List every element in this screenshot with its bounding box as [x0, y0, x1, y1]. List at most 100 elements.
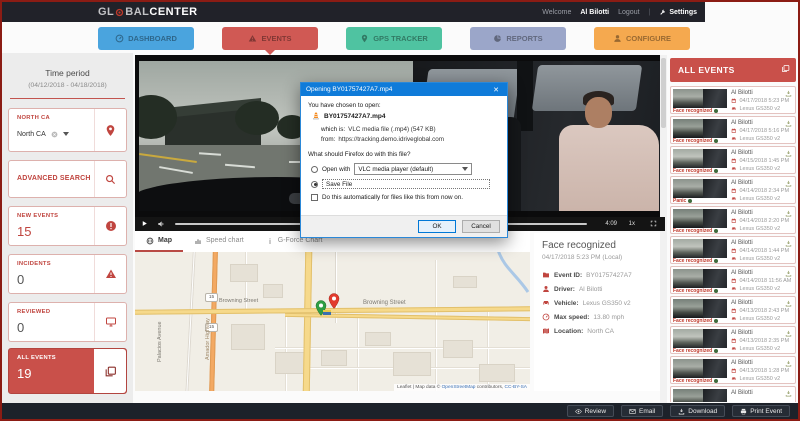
event-item[interactable]: Face recognized Al Bilotti 04/14/2018 11…	[670, 266, 796, 294]
event-item[interactable]: Face recognized Al Bilotti 04/13/2018 2:…	[670, 326, 796, 354]
car-icon	[731, 286, 737, 292]
route-shield: 15	[205, 293, 218, 302]
gauge-icon	[115, 34, 124, 43]
nav-dashboard-button[interactable]: DASHBOARD	[98, 27, 194, 50]
radio-unselected-icon[interactable]	[311, 166, 318, 173]
download-icon[interactable]	[785, 150, 792, 157]
save-file-radio-row[interactable]: Save File	[311, 179, 490, 189]
event-item[interactable]: Face recognized Al Bilotti 04/14/2018 2:…	[670, 206, 796, 234]
download-icon[interactable]	[785, 300, 792, 307]
event-item[interactable]: Al Bilotti	[670, 386, 796, 402]
street-label: Amador Highway	[205, 318, 211, 360]
red-map-marker[interactable]	[328, 293, 340, 309]
download-button[interactable]: Download	[670, 405, 725, 417]
do-automatically-label: Do this automatically for files like thi…	[322, 194, 463, 201]
download-icon[interactable]	[785, 240, 792, 247]
event-item[interactable]: Panic Al Bilotti 04/14/2018 2:34 PM Lexu…	[670, 176, 796, 204]
wrench-icon	[659, 9, 666, 16]
reviewed-card[interactable]: REVIEWED 0	[8, 302, 127, 342]
region-pin-button[interactable]	[94, 109, 126, 151]
download-icon[interactable]	[785, 180, 792, 187]
license-link[interactable]: CC-BY-SA	[505, 385, 527, 390]
user-name: Al Bilotti	[580, 9, 609, 16]
radio-selected-icon[interactable]	[311, 181, 318, 188]
download-icon[interactable]	[785, 360, 792, 367]
all-events-label: ALL EVENTS	[17, 355, 56, 361]
event-vehicle: Lexus GS350 v2	[740, 136, 781, 142]
fullscreen-icon[interactable]	[650, 220, 657, 227]
download-icon[interactable]	[785, 390, 792, 397]
all-events-title: ALL EVENTS	[678, 65, 735, 75]
open-with-radio-row[interactable]: Open with VLC media player (default)	[311, 163, 472, 175]
target-icon	[115, 8, 124, 17]
eye-dot-icon	[714, 229, 718, 233]
event-driver: Al Bilotti	[731, 270, 753, 276]
event-date-row: 04/17/2018 5:16 PM	[731, 128, 789, 134]
street-label: Browning Street	[363, 300, 406, 306]
top-bar: GL BAL CENTER Welcome Al Bilotti Logout …	[2, 2, 705, 22]
incidents-card[interactable]: INCIDENTS 0	[8, 254, 127, 294]
event-item[interactable]: Face recognized Al Bilotti 04/13/2018 1:…	[670, 356, 796, 384]
dialog-title-bar[interactable]: Opening BY01757427A7.mp4 ✕	[301, 83, 507, 96]
event-vehicle: Lexus GS350 v2	[740, 166, 781, 172]
volume-icon[interactable]	[157, 220, 165, 228]
event-vehicle-row: Lexus GS350 v2	[731, 286, 780, 292]
event-item[interactable]: Face recognized Al Bilotti 04/13/2018 2:…	[670, 296, 796, 324]
advanced-search-card[interactable]: ADVANCED SEARCH	[8, 160, 127, 198]
folder-icon	[542, 271, 550, 279]
event-tag: Face recognized	[673, 258, 712, 264]
scrollbar-thumb[interactable]	[661, 58, 666, 128]
close-icon[interactable]: ✕	[490, 86, 502, 94]
event-item[interactable]: Face recognized Al Bilotti 04/17/2018 5:…	[670, 86, 796, 114]
checkbox-unchecked-icon[interactable]	[311, 194, 318, 201]
playback-rate[interactable]: 1x	[629, 221, 635, 227]
print-event-button[interactable]: Print Event	[732, 405, 790, 417]
download-icon[interactable]	[785, 210, 792, 217]
nav-reports-button[interactable]: REPORTS	[470, 27, 566, 50]
clear-icon[interactable]	[51, 131, 58, 138]
nav-configure-button[interactable]: CONFIGURE	[594, 27, 690, 50]
event-item[interactable]: Face recognized Al Bilotti 04/17/2018 5:…	[670, 116, 796, 144]
download-icon[interactable]	[785, 90, 792, 97]
event-vehicle-row: Lexus GS350 v2	[731, 346, 780, 352]
time-period-range[interactable]: (04/12/2018 - 04/18/2018)	[2, 82, 133, 89]
play-button[interactable]	[141, 220, 148, 227]
ok-button[interactable]: OK	[418, 220, 456, 233]
calendar-icon	[731, 218, 737, 224]
copy-icon[interactable]	[781, 64, 790, 73]
new-events-card[interactable]: NEW EVENTS 15	[8, 206, 127, 246]
event-item[interactable]: Face recognized Al Bilotti 04/14/2018 1:…	[670, 236, 796, 264]
do-automatically-row[interactable]: Do this automatically for files like thi…	[311, 194, 463, 201]
calendar-icon	[731, 128, 737, 134]
all-events-count: 19	[17, 366, 31, 381]
dialog-button-strip: OK Cancel	[301, 215, 507, 237]
download-icon[interactable]	[785, 120, 792, 127]
nav-events-button[interactable]: EVENTS	[222, 27, 318, 50]
event-thumbnail	[673, 119, 727, 138]
event-thumbnail	[673, 299, 727, 318]
all-events-card[interactable]: ALL EVENTS 19	[8, 348, 127, 394]
car-icon	[731, 316, 737, 322]
vehicle-marker[interactable]	[323, 310, 331, 315]
chevron-down-icon[interactable]	[63, 132, 69, 139]
dialog-filename: BY01757427A7.mp4	[324, 113, 385, 120]
settings-link[interactable]: Settings	[659, 9, 697, 16]
region-select[interactable]: North CA	[17, 129, 69, 139]
eye-dot-icon	[714, 289, 718, 293]
event-item[interactable]: Face recognized Al Bilotti 04/15/2018 1:…	[670, 146, 796, 174]
download-icon[interactable]	[785, 270, 792, 277]
search-button[interactable]	[94, 161, 126, 197]
tab-map[interactable]: Map	[135, 231, 183, 252]
openstreetmap-link[interactable]: OpenStreetMap	[442, 385, 476, 390]
nav-gps-tracker-button[interactable]: GPS TRACKER	[346, 27, 442, 50]
event-driver: Al Bilotti	[731, 240, 753, 246]
cancel-button[interactable]: Cancel	[462, 220, 500, 233]
tab-speed-chart[interactable]: Speed chart	[183, 231, 255, 252]
event-driver: Al Bilotti	[731, 180, 753, 186]
open-with-dropdown[interactable]: VLC media player (default)	[354, 163, 472, 175]
logout-link[interactable]: Logout	[618, 9, 639, 16]
email-button[interactable]: Email	[621, 405, 663, 417]
map[interactable]: 15 15 Browning Street Browning Street Pa…	[135, 252, 530, 391]
download-icon[interactable]	[785, 330, 792, 337]
review-button[interactable]: Review	[567, 405, 614, 417]
